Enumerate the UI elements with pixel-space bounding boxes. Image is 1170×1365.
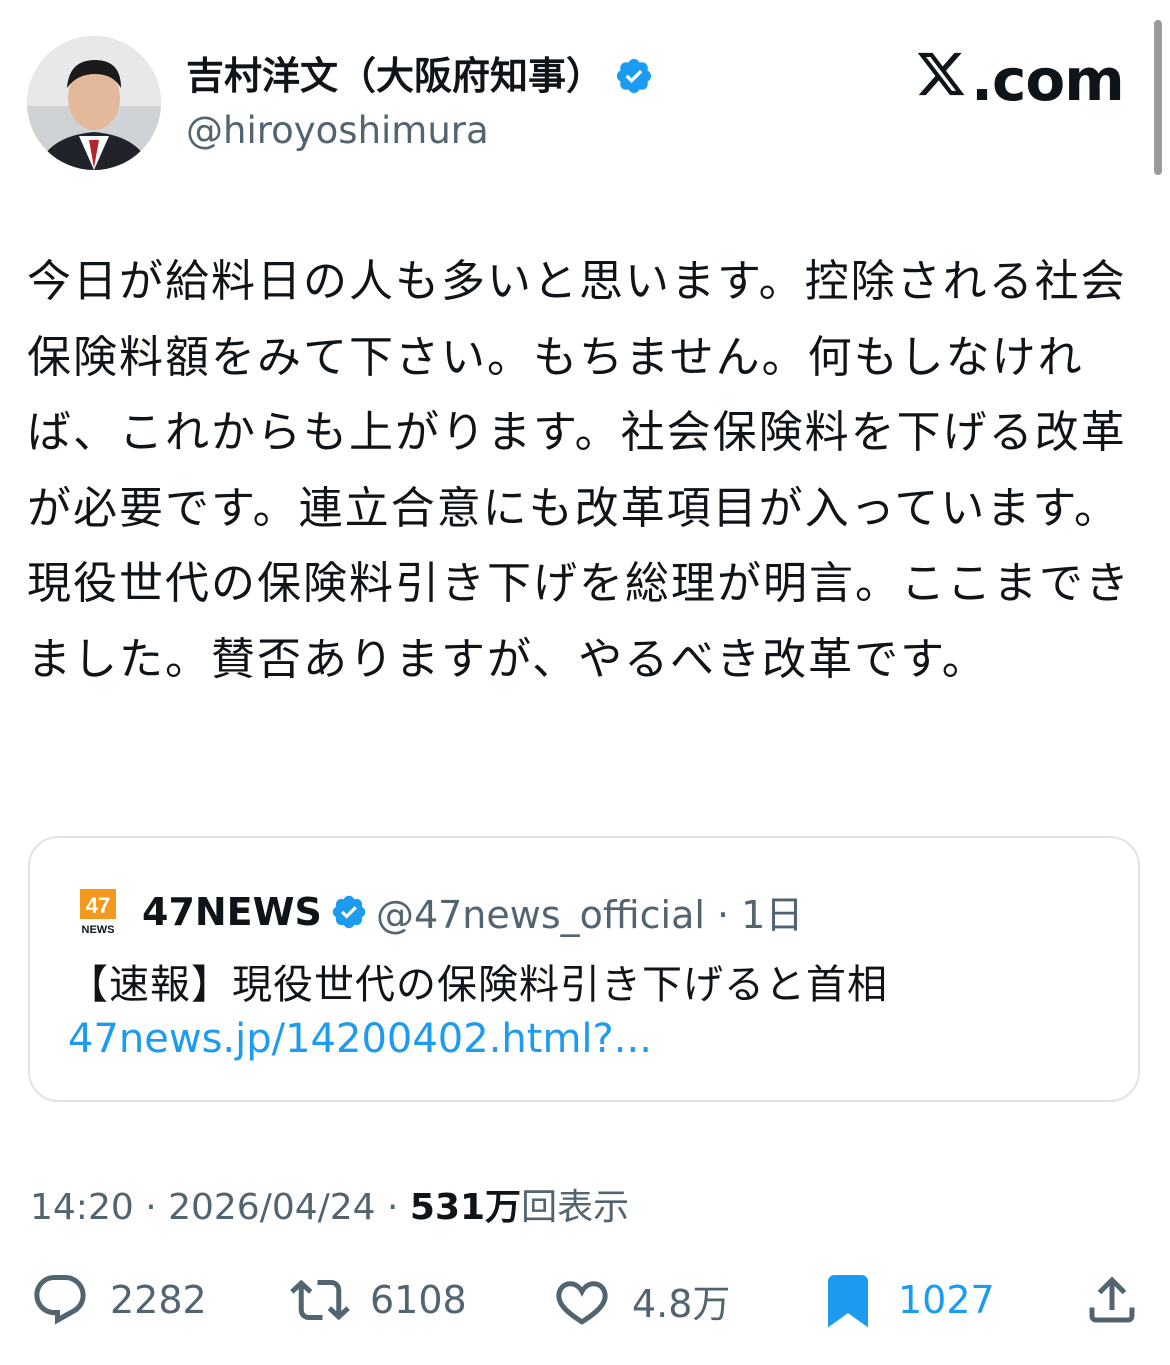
quoted-text: 【速報】現役世代の保険料引き下げると首相 (68, 962, 888, 1008)
repost-count: 6108 (370, 1278, 467, 1322)
heart-icon (556, 1281, 608, 1325)
repost-button[interactable]: 6108 (290, 1270, 467, 1330)
quoted-author-row: 47 NEWS 47NEWS @47news_official · 1日 (78, 884, 803, 939)
scrollbar[interactable] (1154, 20, 1162, 175)
reply-icon (34, 1275, 86, 1325)
svg-text:NEWS: NEWS (82, 924, 115, 935)
author-name-row[interactable]: 吉村洋文（大阪府知事） (186, 52, 654, 100)
repost-icon (290, 1279, 350, 1321)
reply-button[interactable]: 2282 (30, 1270, 207, 1330)
reply-count: 2282 (110, 1278, 207, 1322)
quoted-tweet[interactable]: 47 NEWS 47NEWS @47news_official · 1日 【速報… (28, 836, 1140, 1102)
like-count: 4.8万 (632, 1281, 731, 1326)
47news-logo-icon: 47 NEWS (80, 888, 116, 935)
bookmark-button[interactable]: 1027 (818, 1270, 995, 1330)
share-button[interactable] (1082, 1270, 1142, 1330)
avatar-photo (27, 36, 161, 170)
quoted-link[interactable]: 47news.jp/14200402.html?... (68, 1016, 652, 1062)
svg-text:47: 47 (86, 893, 110, 918)
tweet-text: 今日が給料日の人も多いと思います。控除される社会保険料額をみて下さい。もちません… (27, 256, 1131, 685)
view-count: 531万 (409, 1187, 522, 1228)
watermark-text: .com (971, 46, 1125, 114)
verified-badge-icon (332, 895, 366, 928)
quoted-display-name: 47NEWS (142, 889, 322, 934)
tweet-timestamp[interactable]: 14:20 · 2026/04/24 · (30, 1187, 410, 1228)
bookmark-icon (828, 1275, 868, 1328)
x-logo-icon (917, 52, 965, 96)
quoted-handle-time: @47news_official · 1日 (375, 893, 804, 937)
watermark: .com (913, 46, 1125, 114)
verified-badge-icon (616, 58, 652, 94)
avatar[interactable] (27, 36, 161, 170)
view-label: 回表示 (521, 1187, 630, 1228)
share-icon (1089, 1276, 1135, 1323)
display-name[interactable]: 吉村洋文（大阪府知事） (186, 52, 604, 100)
author-handle[interactable]: @hiroyoshimura (186, 108, 489, 154)
like-button[interactable]: 4.8万 (552, 1270, 730, 1330)
bookmark-count: 1027 (898, 1278, 995, 1322)
action-bar: 2282 6108 4.8万 1027 (0, 1270, 1170, 1340)
tweet-meta: 14:20 · 2026/04/24 · 531万回表示 (30, 1178, 629, 1230)
